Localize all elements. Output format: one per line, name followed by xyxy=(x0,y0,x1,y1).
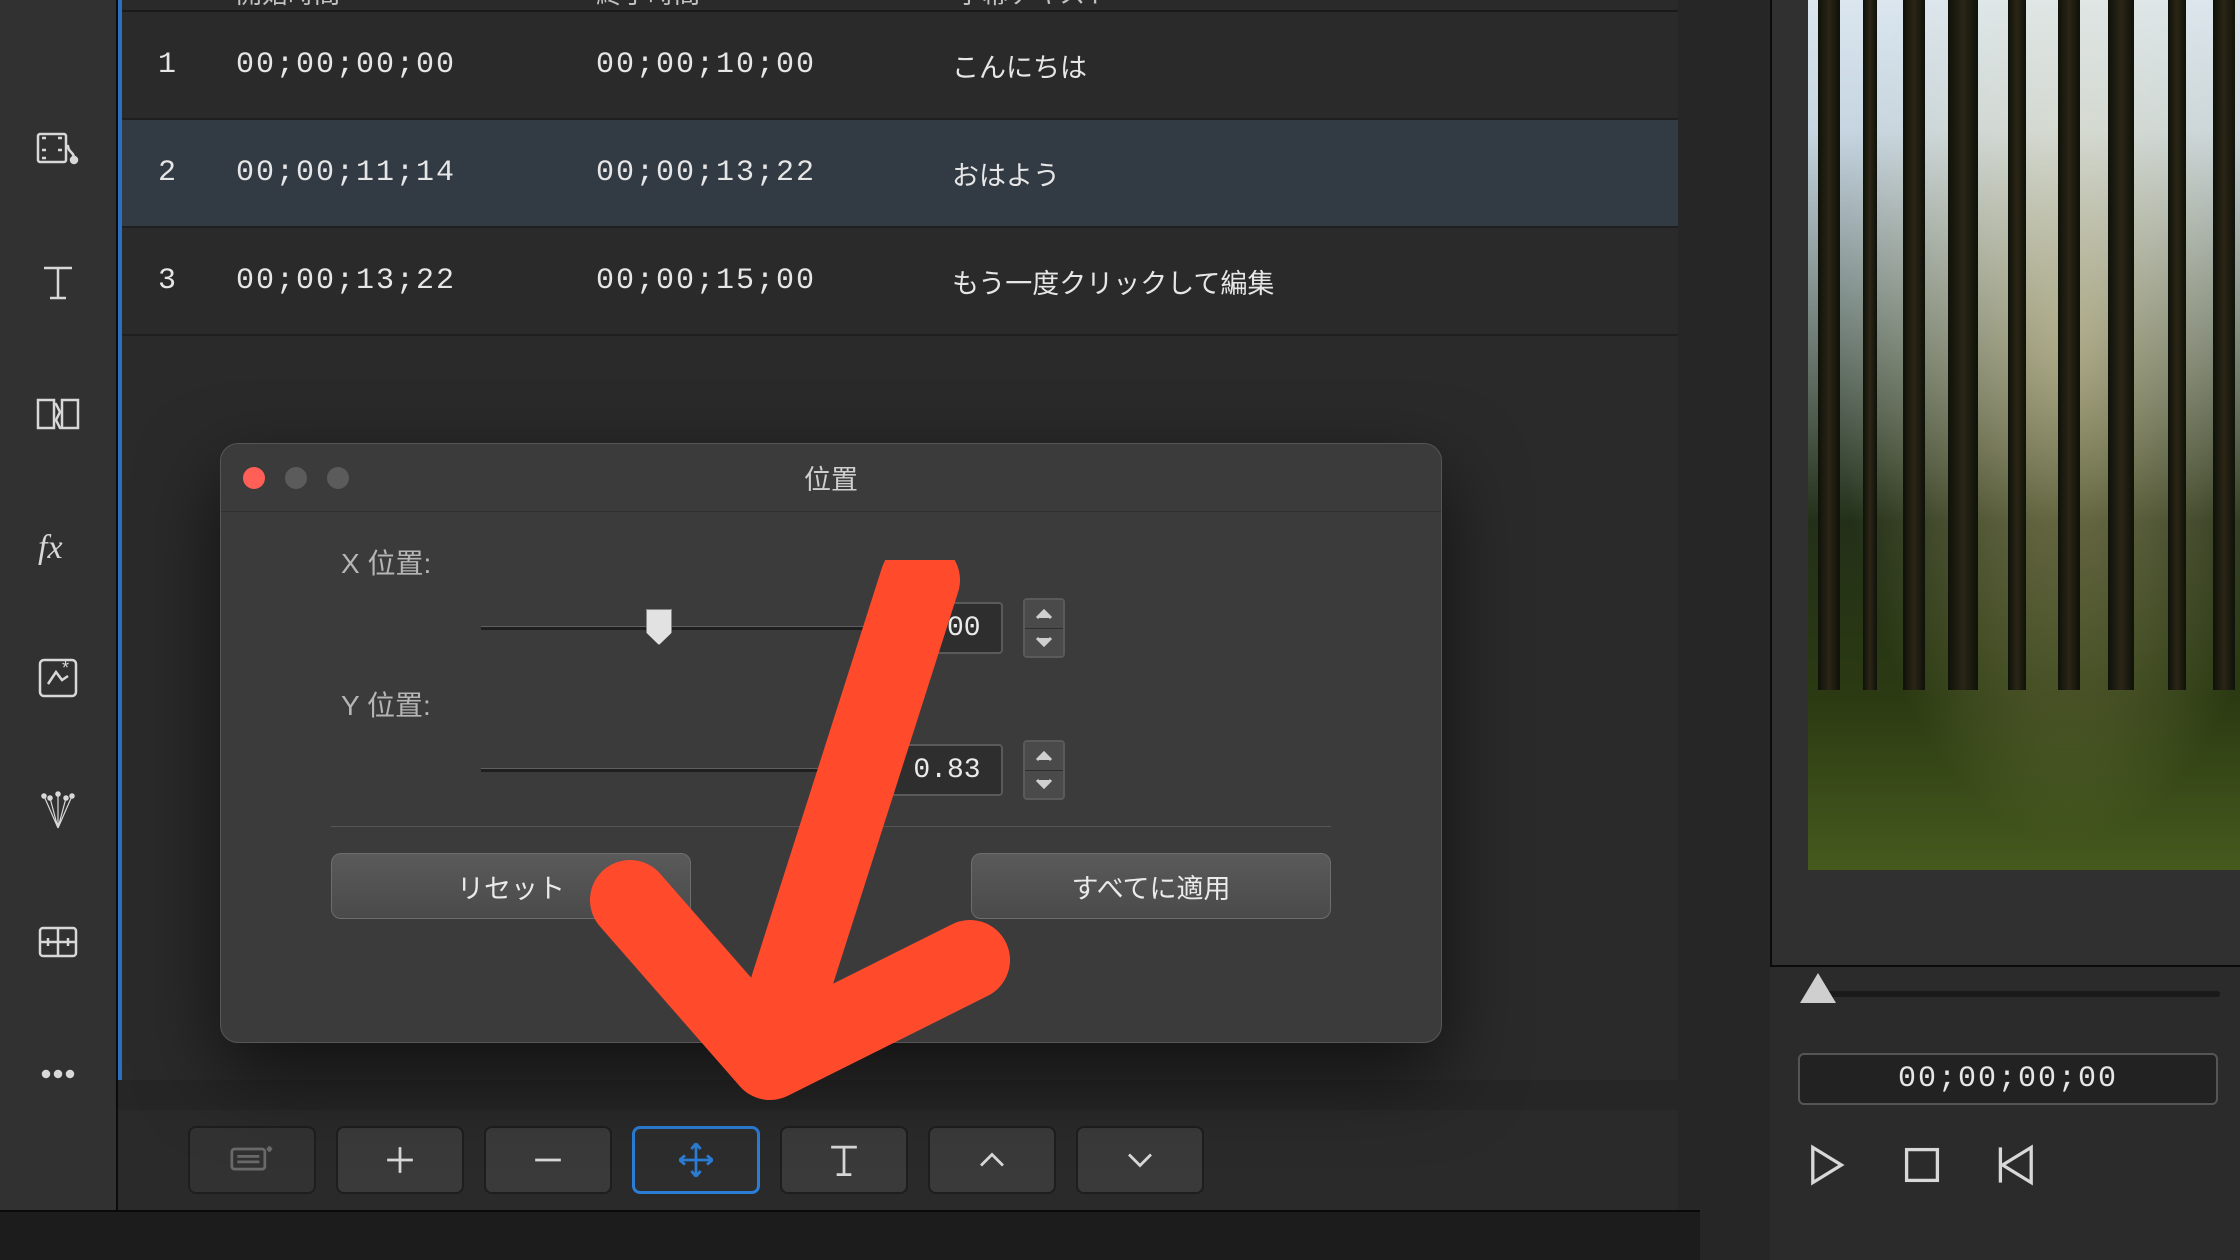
overlay-icon[interactable]: * xyxy=(28,648,88,708)
x-position-slider[interactable] xyxy=(481,626,871,630)
maximize-window-button[interactable] xyxy=(327,467,349,489)
subtitle-table-header: 開始時間 終了時間 字幕テキスト xyxy=(122,0,1678,12)
preview-pane xyxy=(1770,0,2240,965)
y-position-slider[interactable] xyxy=(481,768,871,772)
row-end-time[interactable]: 00;00;10;00 xyxy=(572,48,932,82)
subtitle-row[interactable]: 1 00;00;00;00 00;00;10;00 こんにちは xyxy=(122,12,1678,120)
x-position-value[interactable]: 0.00 xyxy=(891,602,1003,654)
y-step-up[interactable] xyxy=(1025,742,1063,770)
y-position-value[interactable]: 0.83 xyxy=(891,744,1003,796)
svg-text:fx: fx xyxy=(38,529,63,566)
row-start-time[interactable]: 00;00;13;22 xyxy=(212,264,572,298)
more-icon[interactable] xyxy=(28,1044,88,1104)
y-position-label: Y 位置: xyxy=(341,684,1381,724)
close-window-button[interactable] xyxy=(243,467,265,489)
transition-icon[interactable] xyxy=(28,384,88,444)
move-up-button[interactable] xyxy=(928,1126,1056,1194)
x-step-down[interactable] xyxy=(1025,628,1063,657)
font-button[interactable] xyxy=(780,1126,908,1194)
media-icon[interactable] xyxy=(28,120,88,180)
row-start-time[interactable]: 00;00;11;14 xyxy=(212,156,572,190)
svg-text:*: * xyxy=(62,658,69,678)
row-index: 3 xyxy=(122,264,212,298)
row-index: 1 xyxy=(122,48,212,82)
y-position-stepper xyxy=(1023,740,1065,800)
window-traffic-lights xyxy=(243,467,349,489)
play-button[interactable] xyxy=(1798,1137,1854,1193)
text-icon[interactable] xyxy=(28,252,88,312)
x-position-stepper xyxy=(1023,598,1065,658)
header-start: 開始時間 xyxy=(212,0,572,11)
prev-frame-button[interactable] xyxy=(1990,1137,2046,1193)
transport-controls xyxy=(1798,1137,2046,1193)
reset-button[interactable]: リセット xyxy=(331,853,691,919)
subtitle-row[interactable]: 3 00;00;13;22 00;00;15;00 もう一度クリックして編集 xyxy=(122,228,1678,336)
x-slider-thumb[interactable] xyxy=(646,609,672,645)
preview-frame[interactable] xyxy=(1808,0,2240,870)
x-position-label: X 位置: xyxy=(341,542,1381,582)
zoom-slider-thumb[interactable] xyxy=(1800,973,1836,1003)
y-step-down[interactable] xyxy=(1025,770,1063,799)
row-subtitle-text[interactable]: こんにちは xyxy=(932,46,1678,85)
row-index: 2 xyxy=(122,156,212,190)
header-end: 終了時間 xyxy=(572,0,932,11)
subtitle-room-icon[interactable] xyxy=(28,912,88,972)
keyboard-button xyxy=(188,1126,316,1194)
left-sidebar: fx * xyxy=(0,0,118,1210)
row-end-time[interactable]: 00;00;15;00 xyxy=(572,264,932,298)
stop-button[interactable] xyxy=(1894,1137,1950,1193)
dialog-title: 位置 xyxy=(804,458,858,497)
apply-all-button[interactable]: すべてに適用 xyxy=(971,853,1331,919)
fx-icon[interactable]: fx xyxy=(28,516,88,576)
row-subtitle-text[interactable]: おはよう xyxy=(932,154,1678,193)
header-text: 字幕テキスト xyxy=(932,0,1678,11)
row-start-time[interactable]: 00;00;00;00 xyxy=(212,48,572,82)
dialog-titlebar[interactable]: 位置 xyxy=(221,444,1441,512)
outer-bottom-strip xyxy=(0,1210,1700,1260)
subtitle-bottom-toolbar xyxy=(118,1110,1678,1210)
row-end-time[interactable]: 00;00;13;22 xyxy=(572,156,932,190)
preview-timecode[interactable]: 00;00;00;00 xyxy=(1798,1053,2218,1105)
move-down-button[interactable] xyxy=(1076,1126,1204,1194)
minimize-window-button[interactable] xyxy=(285,467,307,489)
zoom-slider-track[interactable] xyxy=(1810,991,2220,997)
position-dialog: 位置 X 位置: 0.00 Y 位置: 0.83 xyxy=(220,443,1442,1043)
remove-subtitle-button[interactable] xyxy=(484,1126,612,1194)
position-button[interactable] xyxy=(632,1126,760,1194)
row-subtitle-text[interactable]: もう一度クリックして編集 xyxy=(932,262,1678,301)
particle-icon[interactable] xyxy=(28,780,88,840)
x-step-up[interactable] xyxy=(1025,600,1063,628)
add-subtitle-button[interactable] xyxy=(336,1126,464,1194)
subtitle-row[interactable]: 2 00;00;11;14 00;00;13;22 おはよう xyxy=(122,120,1678,228)
preview-controls: 00;00;00;00 xyxy=(1770,965,2240,1260)
